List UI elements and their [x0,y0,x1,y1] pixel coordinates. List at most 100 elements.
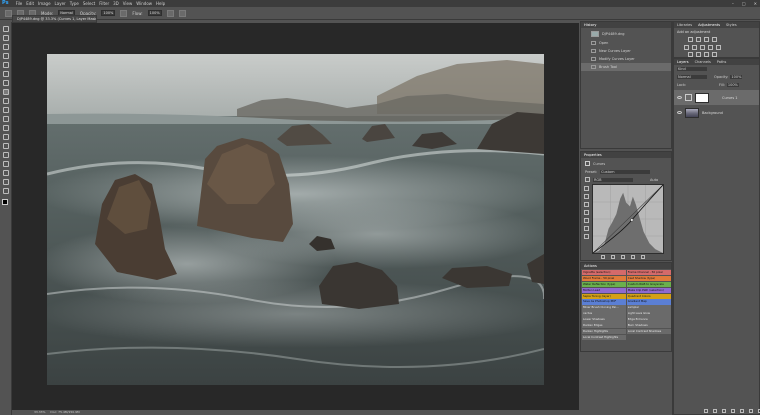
history-brush-tool-icon[interactable] [3,107,9,113]
new-layer-icon[interactable] [749,409,753,413]
pencil-icon[interactable] [584,194,589,199]
action-button[interactable]: Light Lava Glow [626,311,671,317]
minimize-icon[interactable]: – [732,0,734,7]
visibility-eye-icon[interactable] [677,111,682,114]
history-snapshot[interactable]: DJP4489.dng [581,30,671,38]
brightness-contrast-icon[interactable] [688,37,693,42]
action-button[interactable]: Gradient Map [626,299,671,305]
action-button[interactable]: Lower Shadows [582,317,627,323]
layer-filter-select[interactable]: Kind [677,67,707,71]
action-button[interactable]: Sepia Toning (layer) [582,293,627,299]
menu-filter[interactable]: Filter [99,0,109,7]
visibility-icon[interactable] [631,255,635,259]
flow-field[interactable]: 100% [147,10,162,16]
eraser-tool-icon[interactable] [3,116,9,122]
blur-tool-icon[interactable] [3,134,9,140]
history-item-selected[interactable]: Brush Tool [581,63,671,71]
channel-select[interactable]: RGB [593,177,633,182]
action-button[interactable]: Save As Photoshop PDF [582,299,627,305]
action-button[interactable]: Frame Channel - 50 pixel [626,270,671,276]
fx-icon[interactable] [713,409,717,413]
invert-icon[interactable] [688,52,693,57]
action-button[interactable]: Mixer Brush Cloning Pai... [582,305,627,311]
action-button[interactable]: sampler [626,305,671,311]
curves-graph[interactable] [592,184,664,254]
layer-opacity-field[interactable]: 100% [730,75,743,79]
dodge-tool-icon[interactable] [3,143,9,149]
pen-tool-icon[interactable] [3,152,9,158]
brush-tool-icon[interactable] [3,89,9,95]
black-white-icon[interactable] [708,45,713,50]
action-button[interactable]: Darken Edges [582,323,627,329]
action-button[interactable]: Edge Enhance [626,317,671,323]
visibility-eye-icon[interactable] [677,96,682,99]
black-point-eyedropper-icon[interactable] [584,210,589,215]
quick-select-tool-icon[interactable] [3,53,9,59]
add-mask-icon[interactable] [722,409,726,413]
menu-image[interactable]: Image [38,0,51,7]
tab-paths[interactable]: Paths [717,60,727,64]
opacity-field[interactable]: 100% [101,10,116,16]
properties-tab[interactable]: Properties [584,153,602,157]
clone-stamp-tool-icon[interactable] [3,98,9,104]
lasso-tool-icon[interactable] [3,44,9,50]
exposure-icon[interactable] [712,37,717,42]
maximize-icon[interactable]: □ [742,0,746,7]
layer-row-background[interactable]: Background [674,105,759,120]
action-button[interactable]: Darken Highlights [582,328,627,335]
eyedropper-tool-icon[interactable] [3,71,9,77]
move-tool-icon[interactable] [3,26,9,32]
new-group-icon[interactable] [740,409,744,413]
white-point-eyedropper-icon[interactable] [584,226,589,231]
close-icon[interactable]: ✕ [754,0,757,7]
action-button[interactable]: Burn Shadows [626,323,671,329]
photo-filter-icon[interactable] [716,45,721,50]
menu-edit[interactable]: Edit [26,0,34,7]
document-image[interactable] [47,54,544,385]
auto-button[interactable]: Auto [650,178,658,182]
menu-file[interactable]: File [16,0,23,7]
tab-styles[interactable]: Styles [726,23,737,27]
posterize-icon[interactable] [696,52,701,57]
action-button[interactable]: Cast Shadow (type) [626,275,671,282]
gradient-tool-icon[interactable] [3,125,9,131]
layer-fill-field[interactable]: 100% [726,83,739,87]
pressure-size-icon[interactable] [178,9,186,17]
tab-adjustments[interactable]: Adjustments [698,23,720,27]
history-item[interactable]: Modify Curves Layer [581,55,671,63]
action-button[interactable]: cactus [582,311,627,317]
hue-saturation-icon[interactable] [692,45,697,50]
gradient-map-icon[interactable] [712,52,717,57]
menu-3d[interactable]: 3D [113,0,119,7]
smooth-icon[interactable] [584,202,589,207]
action-button[interactable]: Molten Lead [582,287,627,294]
menu-type[interactable]: Type [70,0,79,7]
gray-point-eyedropper-icon[interactable] [584,218,589,223]
tab-layers[interactable]: Layers [677,60,689,64]
type-tool-icon[interactable] [3,161,9,167]
action-button[interactable]: Make Clip Path (selection) [626,287,671,294]
menu-view[interactable]: View [123,0,133,7]
vibrance-icon[interactable] [684,45,689,50]
path-select-tool-icon[interactable] [3,170,9,176]
action-button[interactable]: Water Reflection (type) [582,281,627,288]
threshold-icon[interactable] [704,52,709,57]
pressure-opacity-icon[interactable] [120,9,128,17]
action-button[interactable]: Local Contrast Shadows [626,328,671,335]
history-item[interactable]: New Curves Layer [581,47,671,55]
color-balance-icon[interactable] [700,45,705,50]
menu-select[interactable]: Select [83,0,95,7]
action-button[interactable]: Quadrant Colors [626,293,671,299]
action-button[interactable]: Wood Frame - 50 pixel [582,275,627,282]
reset-icon[interactable] [621,255,625,259]
point-edit-icon[interactable] [584,186,589,191]
new-adjustment-icon[interactable] [731,409,735,413]
action-button[interactable]: Custom RGB to Grayscale [626,281,671,288]
tool-preset-icon[interactable] [5,9,12,17]
actions-tab[interactable]: Actions [584,264,597,268]
healing-brush-tool-icon[interactable] [3,80,9,86]
view-previous-icon[interactable] [611,255,615,259]
foreground-color-swatch[interactable] [2,199,8,205]
target-adjust-icon[interactable] [585,177,590,182]
hand-tool-icon[interactable] [3,179,9,185]
